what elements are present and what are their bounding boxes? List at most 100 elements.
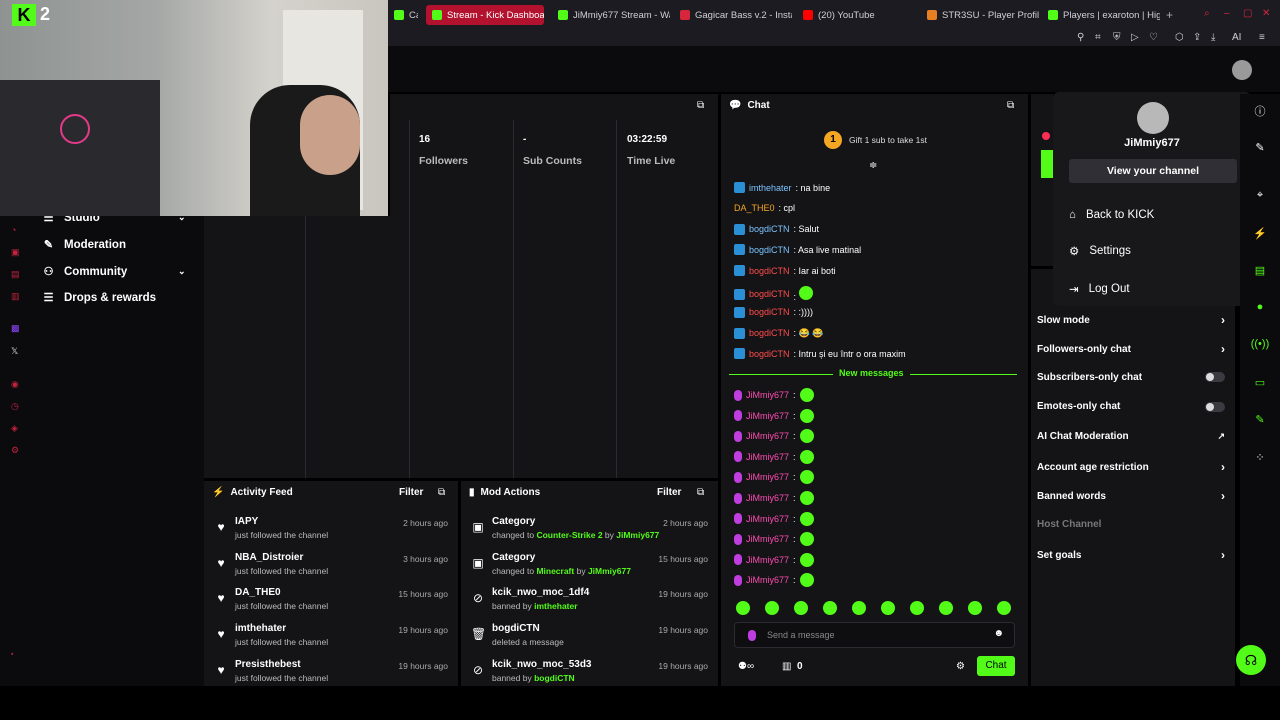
list-item[interactable]: ♥ NBA_Distroier just followed the channel 3… [214,552,448,586]
close-icon[interactable]: ✕ [1262,8,1270,19]
menu-settings[interactable]: ⚙ Settings [1069,244,1131,258]
help-button[interactable]: ☊ [1236,645,1266,675]
popout-icon[interactable]: ⧉ [697,487,704,498]
emote-icon[interactable] [997,601,1011,615]
chat-message[interactable]: bogdiCTN: [734,286,813,302]
tab-4[interactable]: (20) YouTube [797,5,915,25]
tab-5[interactable]: STR3SU - Player Profile [921,5,1039,25]
tab-0[interactable]: Cat. E [388,5,418,25]
tag-icon[interactable]: ◈ [11,423,18,434]
points-icon[interactable]: ⚉∞ [738,661,754,672]
chat-message[interactable]: JiMmiy677: [734,388,814,402]
setting-row[interactable]: Banned words › [1037,489,1225,503]
mod-action-by[interactable]: JiMmiy677 [588,566,631,576]
table-row[interactable]: 🗑 bogdiCTN deleted a message 19 hours ago [471,623,708,657]
chat-username[interactable]: JiMmiy677 [746,575,789,585]
emote-icon[interactable] [881,601,895,615]
setting-row[interactable]: Subscribers-only chat [1037,372,1225,383]
table-row[interactable]: ⊘ kcik_nwo_moc_1df4 banned by imthehater 19… [471,587,708,621]
send-chat-button[interactable]: Chat [977,656,1015,676]
bolt-icon[interactable]: ⚡ [1240,227,1280,240]
sidebar-item-community[interactable]: ⚇ Community ⌄ [42,265,186,279]
chat-username[interactable]: JiMmiy677 [746,534,789,544]
emote-icon[interactable] [794,601,808,615]
chat-message[interactable]: bogdiCTN: Asa live matinal [734,244,861,256]
toggle-switch[interactable] [1205,401,1225,412]
crosshair-icon[interactable]: ⌖ [1240,189,1280,202]
clock-icon[interactable]: ◷ [11,401,19,412]
search-icon[interactable]: ⌕ [1204,8,1210,19]
chat-message[interactable]: JiMmiy677: [734,573,814,588]
mod-action-target[interactable]: Counter-Strike 2 [536,530,602,540]
bell-icon[interactable]: ◔ [11,225,16,235]
chat-message[interactable]: JiMmiy677: [734,552,814,567]
list-item[interactable]: ♥ DA_THE0 just followed the channel 15 hour… [214,587,448,621]
gift-icon[interactable]: ▥ [782,661,791,672]
chat-username[interactable]: bogdiCTN [749,307,790,317]
mod-action-by[interactable]: JiMmiy677 [616,530,659,540]
chat-username[interactable]: JiMmiy677 [746,514,789,524]
table-row[interactable]: ▣ Category changed to Counter-Strike 2 by … [471,516,708,550]
chat-username[interactable]: JiMmiy677 [746,472,789,482]
twitch-icon[interactable]: ▩ [11,323,20,334]
gear-icon[interactable]: ⚙ [956,661,965,672]
mod-action-by[interactable]: imthehater [534,601,577,611]
setting-row[interactable]: Account age restriction › [1037,460,1225,474]
chat-message[interactable]: bogdiCTN: :)))) [734,306,813,318]
table-row[interactable]: ⊘ kcik_nwo_moc_53d3 banned by bogdiCTN 19 h… [471,659,708,693]
tab-2[interactable]: JiMmiy677 Stream - Wat [552,5,670,25]
x-icon[interactable]: 𝕏 [11,346,18,357]
server-icon[interactable]: ▭ [1240,376,1280,389]
gear-icon[interactable]: ⚙ [11,445,19,456]
chat-message[interactable]: JiMmiy677: [734,429,814,444]
list-item[interactable]: ♥ imthehater just followed the channel 19 h… [214,623,448,657]
popout-icon[interactable]: ⧉ [697,100,704,111]
chat-username[interactable]: bogdiCTN [749,328,790,338]
list-icon[interactable]: ▤ [1240,264,1280,277]
chat-username[interactable]: bogdiCTN [749,224,790,234]
chat-message[interactable]: bogdiCTN: Salut [734,223,819,235]
list-item[interactable]: ♥ Presisthebest just followed the channel 1… [214,659,448,693]
chat-username[interactable]: bogdiCTN [749,289,790,299]
new-tab-button[interactable]: + [1166,8,1173,22]
ai-button[interactable]: AI [1232,32,1241,43]
emote-icon[interactable] [939,601,953,615]
filter-button[interactable]: Filter [399,487,423,498]
chat-username[interactable]: DA_THE0 [734,203,775,213]
emoji-icon[interactable]: ☻ [993,628,1004,639]
extensions-icon[interactable]: ⬡ [1175,32,1184,43]
chat-message[interactable]: bogdiCTN: Iar ai boti [734,265,836,277]
mod-action-target[interactable]: Minecraft [536,566,574,576]
chat-input[interactable]: Send a message ☻ [734,622,1015,648]
chat-username[interactable]: JiMmiy677 [746,431,789,441]
view-channel-button[interactable]: View your channel [1069,159,1237,183]
chat-icon[interactable]: ● [1240,301,1280,313]
mod-action-by[interactable]: bogdiCTN [534,673,575,683]
chat-username[interactable]: JiMmiy677 [746,555,789,565]
chat-message[interactable]: JiMmiy677: [734,532,814,547]
card-icon[interactable]: ▥ [11,291,20,302]
info-icon[interactable]: ⓘ [1240,103,1280,119]
edit-icon[interactable]: ✎ [1240,141,1280,154]
shield-icon[interactable]: ⛨ [1113,32,1121,43]
pin-icon[interactable]: ⚲ [1077,32,1084,43]
emote-icon[interactable] [823,601,837,615]
avatar[interactable] [1232,60,1252,80]
chat-message[interactable]: DA_THE0: cpl [734,203,795,213]
chat-username[interactable]: bogdiCTN [749,266,790,276]
download-icon[interactable]: ⤓ [1211,32,1215,43]
emote-icon[interactable] [910,601,924,615]
filter-button[interactable]: Filter [657,487,681,498]
broadcast-icon[interactable]: ((•)) [1240,338,1280,350]
lock-icon[interactable]: ▣ [11,247,20,258]
chat-username[interactable]: JiMmiy677 [746,390,789,400]
apps-icon[interactable]: ⁘ [1240,451,1280,464]
collapse-icon[interactable]: ▪ [11,651,13,658]
pinned-toggle-icon[interactable]: ≑ [869,160,877,171]
emote-icon[interactable] [852,601,866,615]
chat-username[interactable]: JiMmiy677 [746,452,789,462]
chat-username[interactable]: imthehater [749,183,792,193]
popout-icon[interactable]: ⧉ [438,487,445,498]
chat-message[interactable]: JiMmiy677: [734,408,814,423]
maximize-icon[interactable]: ▢ [1243,8,1252,19]
